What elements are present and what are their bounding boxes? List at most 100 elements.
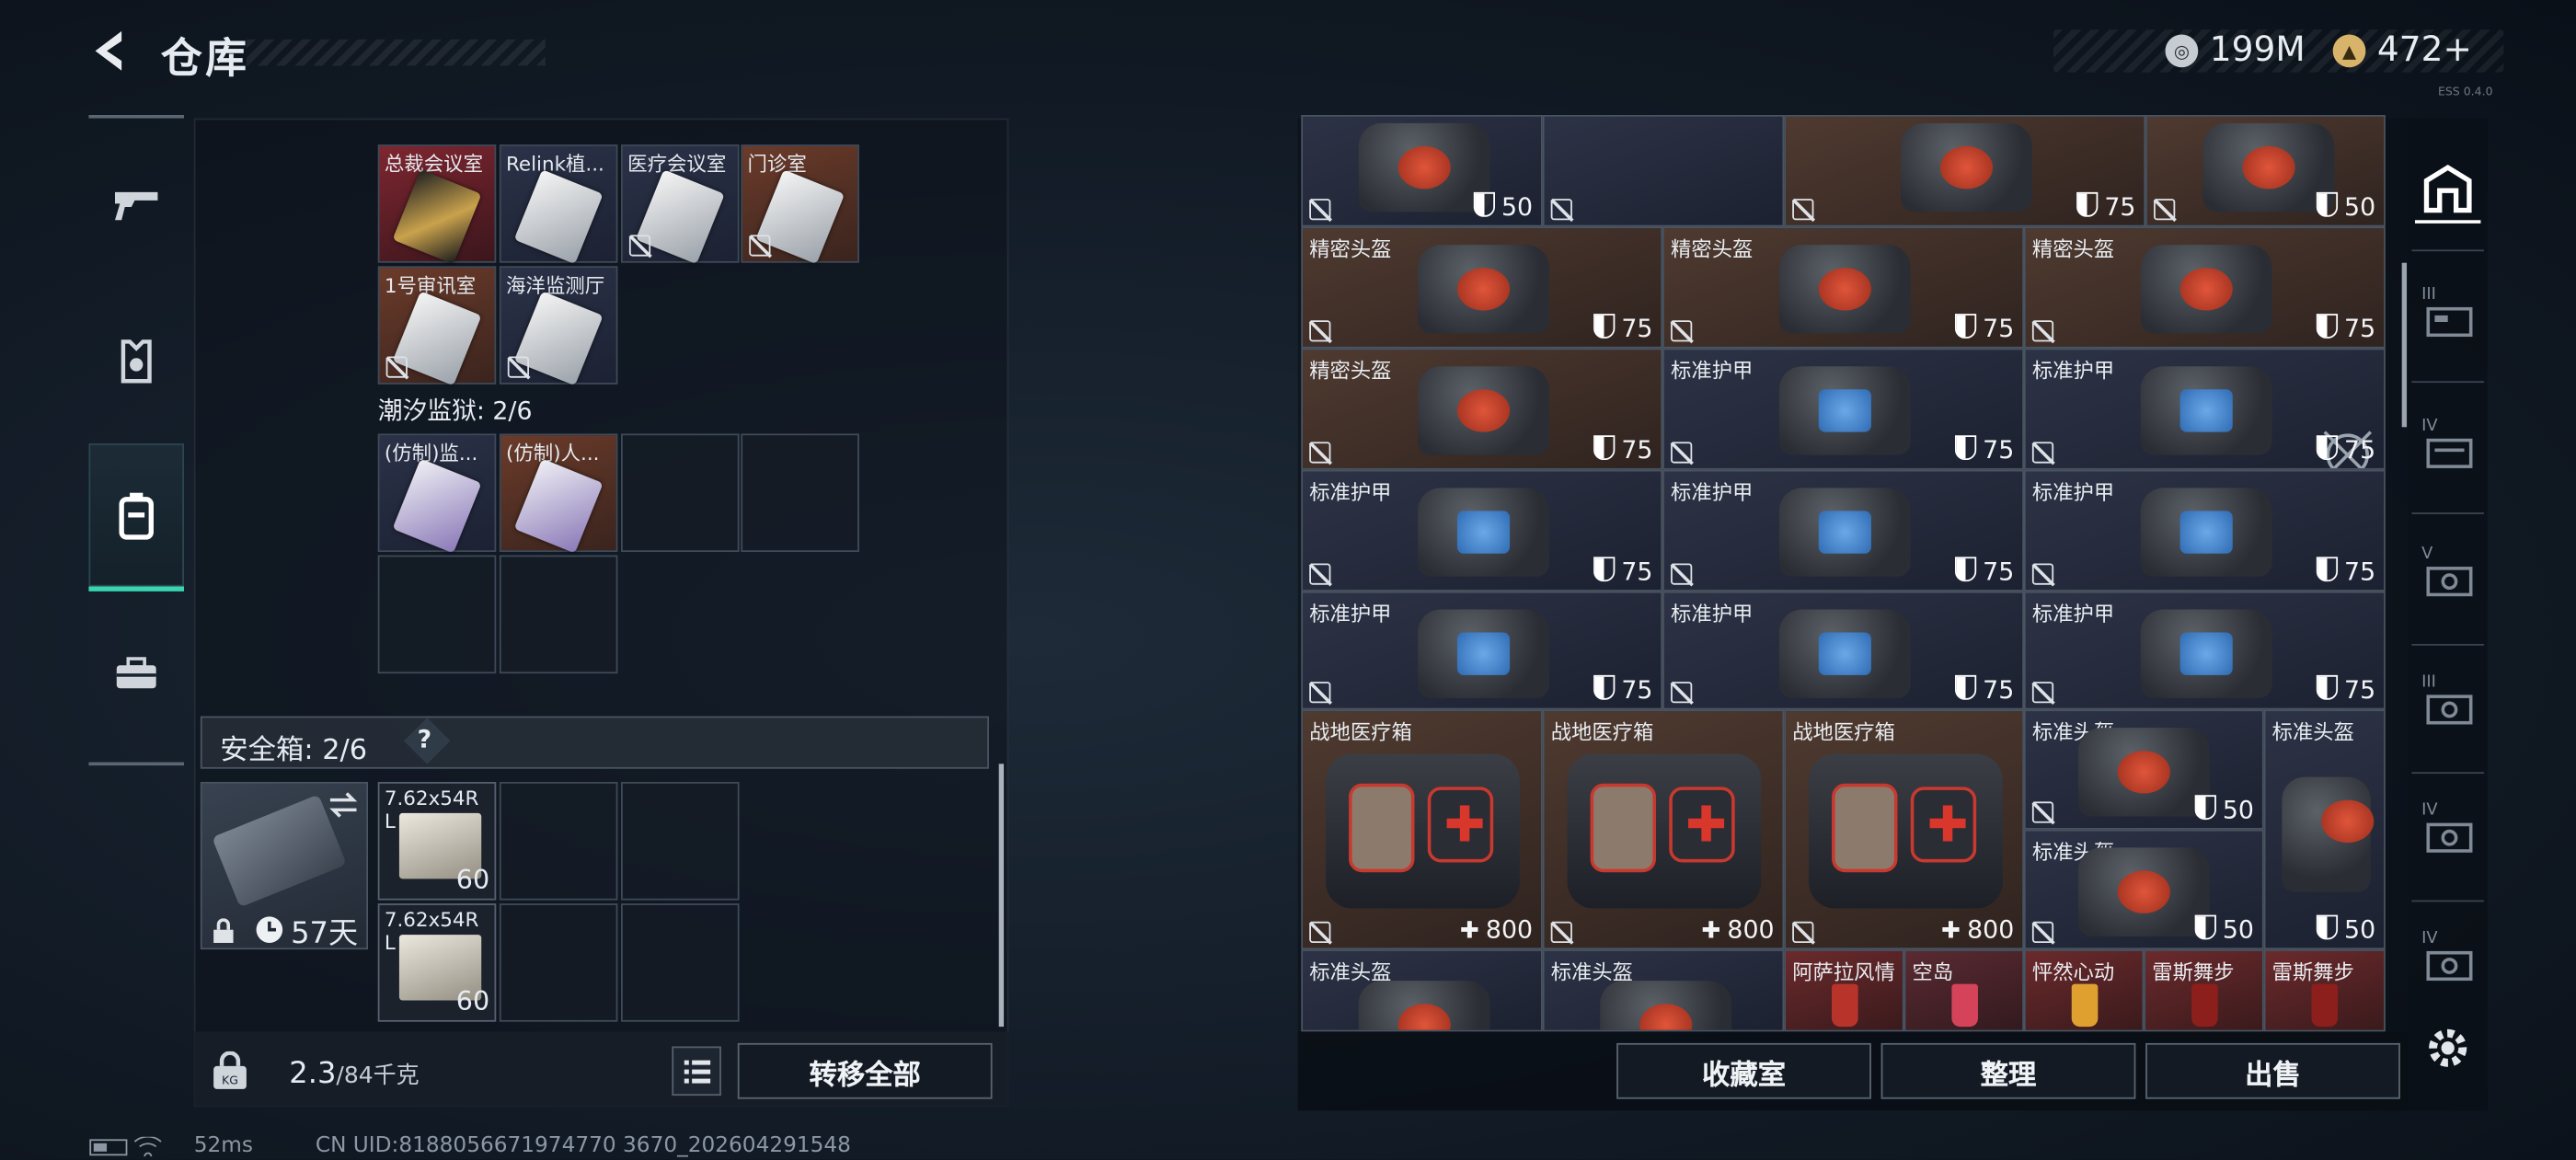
stash-item[interactable]: 标准头盔 xyxy=(1542,949,1785,1032)
stash-page-tab[interactable]: III xyxy=(2415,282,2480,348)
nav-armor[interactable] xyxy=(88,287,184,435)
durability: 50 xyxy=(2195,795,2254,824)
stash-item[interactable]: 战地医疗箱 800 xyxy=(1542,709,1785,950)
key-card-slot[interactable]: (仿制)人... xyxy=(499,433,618,554)
armor-vest-icon xyxy=(2140,366,2272,455)
stash-item[interactable]: 标准头盔 50 xyxy=(2023,829,2264,950)
stash-item[interactable]: 标准头盔 50 xyxy=(2263,709,2386,950)
empty-slot[interactable] xyxy=(620,903,740,1022)
stash-item[interactable]: 标准护甲 75 xyxy=(1301,469,1663,591)
stash-item[interactable]: 标准头盔 xyxy=(1301,949,1543,1032)
key-card-slot[interactable]: 海洋监测厅 xyxy=(499,266,618,386)
safe-case-slot[interactable]: 57天 xyxy=(200,781,368,951)
key-card-slot[interactable]: 医疗会议室 xyxy=(620,144,740,265)
empty-slot[interactable] xyxy=(620,433,740,552)
item-label: 标准护甲 xyxy=(1671,479,1754,505)
stash-page-tab[interactable]: IV xyxy=(2415,414,2480,479)
stash-item[interactable]: 精密头盔 75 xyxy=(1301,226,1663,349)
stash-page-tab[interactable]: V xyxy=(2415,542,2480,607)
no-contain-icon xyxy=(1309,199,1331,221)
stash-item[interactable]: 雷斯舞步 xyxy=(2144,949,2264,1032)
stash-item[interactable]: 标准护甲 75 xyxy=(1662,591,2024,710)
helmet-icon xyxy=(1901,122,2032,212)
no-contain-icon xyxy=(2031,682,2054,704)
organize-button[interactable]: 整理 xyxy=(1880,1042,2136,1099)
ammo-slot[interactable]: 7.62x54R L 60 xyxy=(377,781,497,901)
nav-case[interactable] xyxy=(88,600,184,748)
empty-slot[interactable] xyxy=(499,781,618,901)
empty-slot[interactable] xyxy=(620,781,740,901)
stash-item[interactable]: 空岛 xyxy=(1903,949,2024,1032)
nav-weapon[interactable] xyxy=(88,132,184,280)
stash-page-tab[interactable]: IV xyxy=(2415,926,2480,992)
stash-item[interactable]: 50 xyxy=(2145,114,2386,227)
stash-page-label: IV xyxy=(2421,929,2438,948)
stash-item[interactable]: 标准护甲 75 xyxy=(1662,348,2024,470)
stash-item[interactable]: 标准护甲 75 xyxy=(2023,348,2386,470)
stash-item[interactable] xyxy=(1542,114,1785,227)
key-card-slot[interactable]: 1号审讯室 xyxy=(377,266,497,386)
keycard-icon xyxy=(392,458,482,554)
stash-item[interactable]: 精密头盔 75 xyxy=(1662,226,2024,349)
stash-item[interactable]: 怦然心动 xyxy=(2023,949,2145,1032)
nav-backpack[interactable] xyxy=(88,443,184,591)
empty-slot[interactable] xyxy=(741,433,859,552)
armor-vest-icon xyxy=(1418,609,1549,698)
stash-page-tab[interactable]: IV xyxy=(2415,798,2480,864)
collection-room-button[interactable]: 收藏室 xyxy=(1616,1042,1871,1099)
no-contain-icon xyxy=(1671,442,1693,464)
safe-box-label: 安全箱: 2/6 xyxy=(220,734,368,767)
durability: 75 xyxy=(1955,314,2014,343)
stash-item[interactable]: 战地医疗箱 800 xyxy=(1301,709,1543,950)
durability: 75 xyxy=(1593,435,1652,465)
no-contain-icon xyxy=(1550,199,1572,221)
item-label: 战地医疗箱 xyxy=(1792,719,1895,744)
key-card-slot[interactable]: Relink植... xyxy=(499,144,618,265)
weight-lock-icon[interactable]: KG xyxy=(209,1051,251,1091)
stash-item[interactable]: 75 xyxy=(1784,114,2146,227)
back-arrow-icon[interactable] xyxy=(86,27,135,76)
item-label: Relink植... xyxy=(505,153,604,177)
stash-home-icon xyxy=(2423,164,2472,213)
stash-item[interactable]: 标准护甲 75 xyxy=(1301,591,1663,710)
keycard-icon xyxy=(513,458,604,554)
settings-button[interactable] xyxy=(2415,1016,2480,1081)
stash-scrollbar[interactable] xyxy=(2401,262,2408,428)
stash-item[interactable]: 雷斯舞步 xyxy=(2263,949,2386,1032)
stash-item[interactable]: 标准头盔 50 xyxy=(2023,709,2264,830)
stash-item[interactable]: 精密头盔 75 xyxy=(1301,348,1663,470)
key-card-slot[interactable]: 门诊室 xyxy=(741,144,859,265)
helmet-icon xyxy=(1358,122,1490,212)
stash-item[interactable]: 阿萨拉风情 xyxy=(1784,949,1904,1032)
empty-slot[interactable] xyxy=(499,555,618,674)
empty-slot[interactable] xyxy=(377,555,497,674)
svg-text:KG: KG xyxy=(222,1074,238,1087)
key-card-slot[interactable]: 总裁会议室 xyxy=(377,144,497,265)
drink-icon xyxy=(2071,983,2099,1028)
stash-item[interactable]: 标准护甲 75 xyxy=(2023,469,2386,591)
empty-slot[interactable] xyxy=(499,903,618,1022)
durability: 50 xyxy=(1474,192,1533,222)
stash-item[interactable]: 50 xyxy=(1301,114,1543,227)
sell-button[interactable]: 出售 xyxy=(2145,1042,2400,1099)
transfer-all-button[interactable]: 转移全部 xyxy=(737,1042,993,1099)
stash-item[interactable]: 标准护甲 75 xyxy=(2023,591,2386,710)
heal-value: 800 xyxy=(1460,915,1533,945)
helmet-icon xyxy=(2282,776,2375,892)
safe-days: 57天 xyxy=(291,916,359,951)
swap-icon[interactable] xyxy=(327,790,360,820)
stash-item[interactable]: 标准护甲 75 xyxy=(1662,469,2024,591)
keycard-icon xyxy=(513,169,604,265)
durability: 75 xyxy=(2317,557,2375,586)
stash-item[interactable]: 精密头盔 75 xyxy=(2023,226,2386,349)
stash-item[interactable]: 战地医疗箱 800 xyxy=(1784,709,2024,950)
key-card-slot[interactable]: (仿制)监... xyxy=(377,433,497,554)
ammo-name: 7.62x54R xyxy=(384,908,479,932)
weight-readout: 2.3/84千克 xyxy=(289,1056,419,1090)
currency-gold[interactable]: 472+ xyxy=(2377,29,2472,69)
ammo-slot[interactable]: 7.62x54R L 60 xyxy=(377,903,497,1022)
stash-home-tab[interactable] xyxy=(2414,157,2481,224)
left-scrollbar[interactable] xyxy=(998,764,1005,1028)
stash-page-tab[interactable]: III xyxy=(2415,671,2480,736)
list-view-button[interactable] xyxy=(672,1046,721,1097)
